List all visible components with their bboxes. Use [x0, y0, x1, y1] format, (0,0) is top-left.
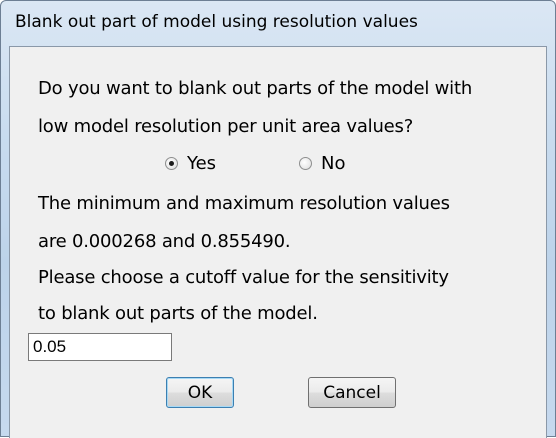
radio-yes-indicator[interactable] — [165, 157, 178, 170]
question-text-line1: Do you want to blank out parts of the mo… — [38, 78, 473, 99]
radio-no-indicator[interactable] — [299, 157, 312, 170]
prompt-text-line2: to blank out parts of the model. — [38, 303, 318, 324]
radio-yes[interactable]: Yes — [165, 153, 216, 174]
radio-no-label: No — [321, 153, 346, 174]
window-title: Blank out part of model using resolution… — [15, 12, 418, 32]
cutoff-value-input[interactable]: 0.05 — [28, 333, 172, 361]
cancel-button[interactable]: Cancel — [308, 377, 396, 408]
ok-button[interactable]: OK — [166, 377, 234, 408]
dialog-body: Do you want to blank out parts of the mo… — [9, 46, 547, 438]
dialog-window: Blank out part of model using resolution… — [0, 0, 556, 438]
info-text-line2: are 0.000268 and 0.855490. — [38, 231, 291, 252]
prompt-text-line1: Please choose a cutoff value for the sen… — [38, 267, 449, 288]
radio-no[interactable]: No — [299, 153, 345, 174]
info-text-line1: The minimum and maximum resolution value… — [38, 193, 450, 214]
question-text-line2: low model resolution per unit area value… — [38, 116, 414, 137]
radio-yes-label: Yes — [187, 153, 217, 174]
